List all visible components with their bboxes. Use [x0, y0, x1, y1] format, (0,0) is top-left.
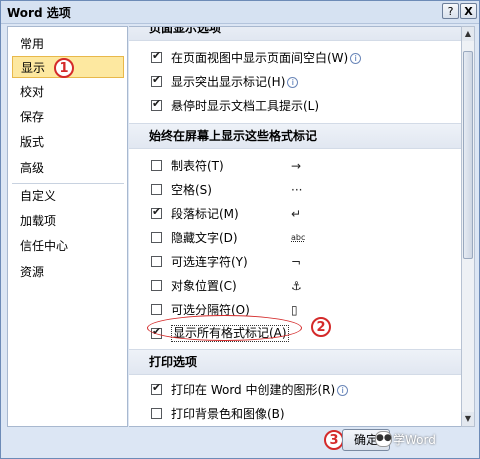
- option-label: 制表符(T): [171, 159, 224, 173]
- break-mark-icon: ▯: [291, 303, 298, 317]
- checkbox[interactable]: [151, 232, 162, 243]
- sidebar-divider: [12, 183, 124, 184]
- checkbox[interactable]: [151, 97, 162, 111]
- content-scrollbar[interactable]: ▲ ▼: [461, 26, 475, 427]
- info-icon: i: [287, 77, 299, 88]
- sidebar-item-proofing[interactable]: 校对: [12, 81, 124, 103]
- checkbox[interactable]: [151, 280, 162, 291]
- checkbox[interactable]: [151, 73, 162, 87]
- option-label: 悬停时显示文档工具提示(L): [171, 99, 320, 113]
- option-label: 可选连字符(Y): [171, 255, 248, 269]
- option-label: 打印在 Word 中创建的图形(R): [171, 383, 336, 397]
- info-icon: i: [350, 53, 362, 64]
- option-label: 空格(S): [171, 183, 212, 197]
- sidebar-item-common[interactable]: 常用: [12, 33, 124, 55]
- options-content-panel: 页面显示选项 在页面视图中显示页面间空白(W)i 显示突出显示标记(H)i 悬停…: [129, 26, 461, 427]
- wechat-icon: ●●: [375, 431, 392, 447]
- checkbox[interactable]: [151, 205, 162, 219]
- scroll-up-arrow-icon[interactable]: ▲: [462, 27, 474, 41]
- checkbox[interactable]: [151, 304, 162, 315]
- close-button[interactable]: X: [460, 3, 477, 19]
- option-label: 显示突出显示标记(H): [171, 75, 286, 89]
- word-options-dialog: Word 选项 ? X 常用 显示 校对 保存 版式 高级 自定义 加载项 信任…: [0, 0, 480, 459]
- checkbox[interactable]: [151, 49, 162, 63]
- checkbox[interactable]: [151, 256, 162, 267]
- space-mark-icon: ···: [291, 183, 303, 197]
- sidebar-item-layout[interactable]: 版式: [12, 131, 124, 153]
- section-page-display: 页面显示选项: [129, 27, 461, 41]
- scroll-thumb[interactable]: [463, 51, 473, 259]
- section-print-options: 打印选项: [129, 349, 461, 375]
- help-button[interactable]: ?: [442, 3, 459, 19]
- option-label: 打印背景色和图像(B): [171, 407, 285, 421]
- sidebar-item-save[interactable]: 保存: [12, 106, 124, 128]
- sidebar-item-addins[interactable]: 加载项: [12, 210, 124, 232]
- sidebar-item-trust-center[interactable]: 信任中心: [12, 235, 124, 257]
- tab-mark-icon: →: [291, 159, 302, 173]
- option-label: 在页面视图中显示页面间空白(W): [171, 51, 349, 65]
- option-label: 隐藏文字(D): [171, 231, 238, 245]
- watermark-text: 学Word: [393, 433, 436, 447]
- highlight-oval: [147, 315, 302, 341]
- hyphen-mark-icon: ¬: [291, 255, 302, 269]
- checkbox[interactable]: [151, 381, 162, 395]
- annotation-marker-2: 2: [311, 317, 331, 337]
- sidebar-item-resources[interactable]: 资源: [12, 261, 124, 283]
- hidden-text-mark-icon: abc: [291, 233, 306, 242]
- window-title: Word 选项: [7, 6, 71, 20]
- checkbox[interactable]: [151, 160, 162, 171]
- scroll-down-arrow-icon[interactable]: ▼: [462, 412, 474, 426]
- anchor-icon: ⚓: [291, 279, 302, 293]
- checkbox[interactable]: [151, 408, 162, 419]
- info-icon: i: [337, 385, 349, 396]
- title-bar: Word 选项 ? X: [1, 1, 479, 24]
- paragraph-mark-icon: ↵: [291, 207, 302, 221]
- option-label: 对象位置(C): [171, 279, 237, 293]
- option-label: 段落标记(M): [171, 207, 239, 221]
- annotation-marker-1: 1: [54, 58, 74, 78]
- checkbox[interactable]: [151, 184, 162, 195]
- sidebar-item-advanced[interactable]: 高级: [12, 157, 124, 179]
- options-sidebar: 常用 显示 校对 保存 版式 高级 自定义 加载项 信任中心 资源: [7, 26, 128, 427]
- sidebar-item-customize[interactable]: 自定义: [12, 185, 124, 207]
- section-formatting-marks: 始终在屏幕上显示这些格式标记: [129, 123, 461, 149]
- annotation-marker-3: 3: [324, 430, 344, 450]
